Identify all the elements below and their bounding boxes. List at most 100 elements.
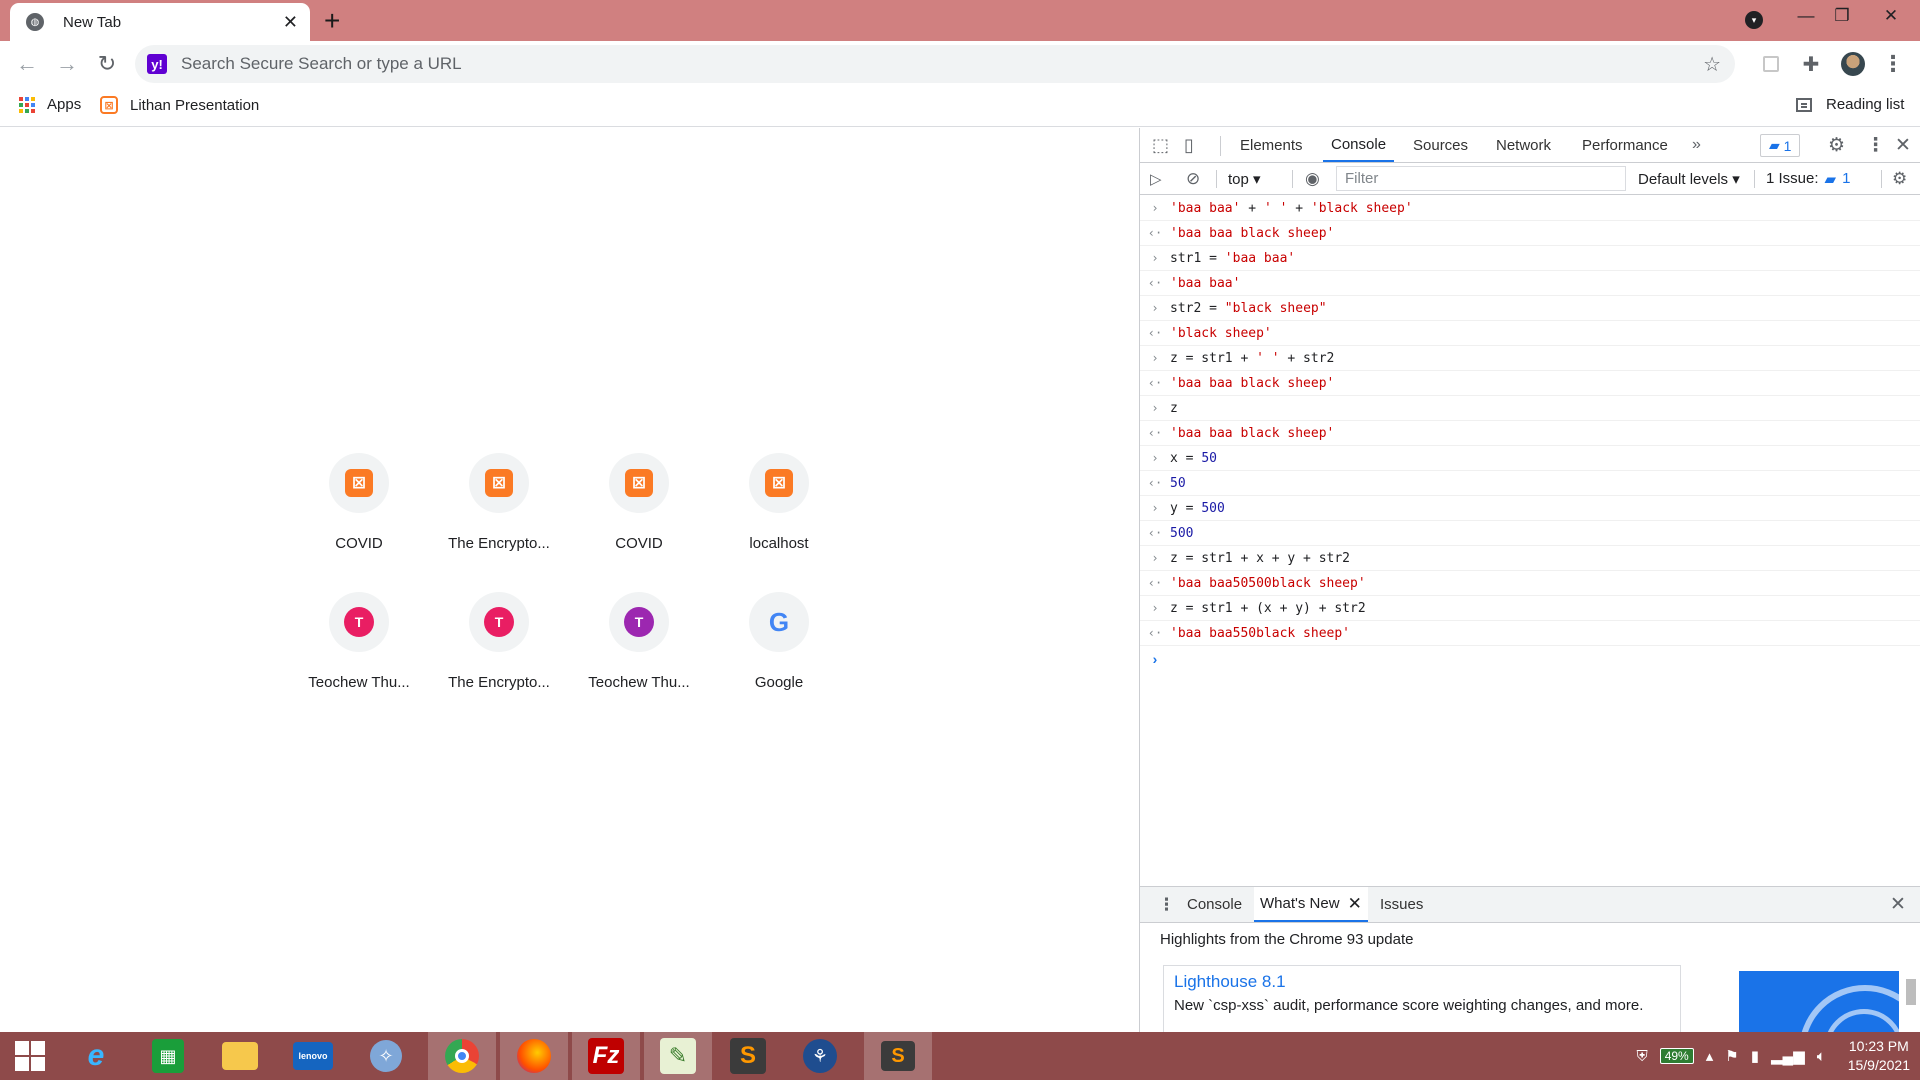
tab-elements[interactable]: Elements bbox=[1240, 128, 1303, 162]
console-input-line[interactable]: › z = str1 + (x + y) + str2 bbox=[1140, 596, 1920, 621]
console-settings-gear-icon[interactable]: ⚙ bbox=[1892, 163, 1907, 194]
drawer-scrollbar[interactable] bbox=[1904, 965, 1918, 1029]
profile-avatar[interactable] bbox=[1840, 51, 1866, 77]
close-icon[interactable]: ✕ bbox=[1348, 894, 1362, 914]
back-button[interactable]: ← bbox=[12, 49, 42, 79]
taskbar-store[interactable]: ▦ bbox=[138, 1032, 198, 1080]
shortcut-tile[interactable]: T The Encrypto... bbox=[443, 592, 555, 704]
taskbar-safari[interactable]: ✧ bbox=[356, 1032, 416, 1080]
action-center-flag-icon[interactable]: ⚑ bbox=[1725, 1047, 1738, 1065]
security-shield-icon[interactable]: ⛨ bbox=[1636, 1048, 1647, 1065]
taskbar-internet-explorer[interactable]: e bbox=[66, 1032, 126, 1080]
console-input-line[interactable]: › str1 = 'baa baa' bbox=[1140, 246, 1920, 271]
console-result-line[interactable]: ‹· 'baa baa black sheep' bbox=[1140, 421, 1920, 446]
console-input-line[interactable]: › z bbox=[1140, 396, 1920, 421]
new-tab-button[interactable]: + bbox=[324, 5, 340, 37]
news-title-link[interactable]: Lighthouse 8.1 bbox=[1174, 972, 1670, 992]
drawer-menu-icon[interactable]: ⋮ bbox=[1158, 887, 1175, 922]
console-result-line[interactable]: ‹· 'baa baa50500black sheep' bbox=[1140, 571, 1920, 596]
address-input[interactable]: Search Secure Search or type a URL bbox=[181, 54, 1703, 74]
settings-gear-icon[interactable]: ⚙ bbox=[1828, 128, 1845, 162]
devtools-menu-icon[interactable]: ⋮ bbox=[1866, 128, 1885, 162]
issues-badge[interactable]: ▰ 1 bbox=[1760, 134, 1801, 157]
drawer-close-icon[interactable]: ✕ bbox=[1890, 887, 1906, 922]
extension-icon[interactable] bbox=[1758, 51, 1784, 77]
taskbar-notepad-plus[interactable]: ✎ bbox=[644, 1032, 712, 1080]
inspect-element-icon[interactable]: ⬚ bbox=[1152, 128, 1169, 162]
taskbar-chrome[interactable] bbox=[428, 1032, 496, 1080]
shortcut-tile[interactable]: T Teochew Thu... bbox=[303, 592, 415, 704]
show-hidden-icons-icon[interactable]: ▴ bbox=[1706, 1047, 1714, 1065]
taskbar-sublime-text[interactable]: S bbox=[718, 1032, 778, 1080]
chrome-menu-icon[interactable]: ⋮ bbox=[1880, 51, 1906, 77]
taskbar-file-explorer[interactable] bbox=[210, 1032, 270, 1080]
news-card[interactable]: Lighthouse 8.1 New `csp-xss` audit, perf… bbox=[1163, 965, 1681, 1033]
console-result-line[interactable]: ‹· 'black sheep' bbox=[1140, 321, 1920, 346]
console-result-line[interactable]: ‹· 50 bbox=[1140, 471, 1920, 496]
devtools-close-icon[interactable]: ✕ bbox=[1895, 128, 1911, 162]
network-signal-icon[interactable]: ▂▄▆ bbox=[1771, 1047, 1805, 1065]
taskbar-lenovo[interactable]: lenovo bbox=[283, 1032, 343, 1080]
clear-console-icon[interactable]: ⊘ bbox=[1186, 163, 1200, 194]
shortcut-tile[interactable]: ⊠ The Encrypto... bbox=[443, 453, 555, 565]
window-restore-button[interactable]: ❐ bbox=[1822, 0, 1862, 32]
shortcut-tile[interactable]: ⊠ COVID bbox=[303, 453, 415, 565]
volume-icon[interactable]: 🔈︎ bbox=[1817, 1048, 1826, 1065]
shortcut-tile[interactable]: ⊠ localhost bbox=[723, 453, 835, 565]
window-close-button[interactable]: ✕ bbox=[1862, 0, 1920, 32]
start-button[interactable] bbox=[0, 1032, 60, 1080]
system-tray: ⛨ 49% ▴ ⚑ ▮ ▂▄▆ 🔈︎ 10:23 PM 15/9/2021 bbox=[1630, 1032, 1920, 1080]
tab-performance[interactable]: Performance bbox=[1582, 128, 1668, 162]
context-selector[interactable]: top ▾ bbox=[1228, 163, 1261, 194]
address-bar[interactable]: y! Search Secure Search or type a URL ☆ bbox=[135, 45, 1735, 83]
console-input-line[interactable]: › y = 500 bbox=[1140, 496, 1920, 521]
bookmark-apps[interactable]: Apps bbox=[19, 96, 81, 113]
taskbar-filezilla[interactable]: Fz bbox=[572, 1032, 640, 1080]
device-toolbar-icon[interactable]: ▯ bbox=[1184, 128, 1194, 162]
console-prompt[interactable]: › bbox=[1140, 646, 1920, 671]
reload-button[interactable]: ↻ bbox=[92, 49, 122, 79]
clock[interactable]: 10:23 PM 15/9/2021 bbox=[1848, 1037, 1910, 1075]
drawer-tab-console[interactable]: Console bbox=[1187, 887, 1242, 922]
console-sidebar-icon[interactable]: ▷ bbox=[1150, 163, 1162, 194]
tab-network[interactable]: Network bbox=[1496, 128, 1551, 162]
shortcut-tile[interactable]: G Google bbox=[723, 592, 835, 704]
power-icon[interactable]: ▮ bbox=[1751, 1047, 1759, 1065]
live-expression-eye-icon[interactable]: ◉ bbox=[1305, 163, 1320, 194]
taskbar-firefox[interactable] bbox=[500, 1032, 568, 1080]
bookmark-lithan-presentation[interactable]: ⊠ Lithan Presentation bbox=[100, 96, 259, 114]
drawer-tab-issues[interactable]: Issues bbox=[1380, 887, 1423, 922]
shortcut-tile[interactable]: ⊠ COVID bbox=[583, 453, 695, 565]
shortcut-tile[interactable]: T Teochew Thu... bbox=[583, 592, 695, 704]
console-input-line[interactable]: › str2 = "black sheep" bbox=[1140, 296, 1920, 321]
taskbar-sublime-merge[interactable]: S bbox=[864, 1032, 932, 1080]
console-result-line[interactable]: ‹· 'baa baa black sheep' bbox=[1140, 221, 1920, 246]
tab-new-tab[interactable]: ◍ New Tab ✕ bbox=[10, 3, 310, 41]
issues-counter[interactable]: 1 Issue: ▰ 1 bbox=[1766, 163, 1850, 194]
filter-input[interactable]: Filter bbox=[1336, 166, 1626, 191]
bookmark-star-icon[interactable]: ☆ bbox=[1703, 52, 1721, 77]
more-tabs-button[interactable]: » bbox=[1692, 128, 1701, 162]
window-minimize-button[interactable]: — bbox=[1786, 0, 1826, 32]
forward-button[interactable]: → bbox=[52, 49, 82, 79]
log-levels-dropdown[interactable]: Default levels ▾ bbox=[1638, 163, 1740, 194]
extensions-puzzle-icon[interactable]: ✚ bbox=[1798, 51, 1824, 77]
letter-t-icon: T bbox=[624, 607, 654, 637]
battery-indicator[interactable]: 49% bbox=[1659, 1048, 1694, 1064]
console-result-line[interactable]: ‹· 'baa baa550black sheep' bbox=[1140, 621, 1920, 646]
input-chevron-icon: › bbox=[1151, 351, 1159, 365]
console-input-line[interactable]: › z = str1 + ' ' + str2 bbox=[1140, 346, 1920, 371]
console-input-line[interactable]: › x = 50 bbox=[1140, 446, 1920, 471]
console-result-line[interactable]: ‹· 'baa baa black sheep' bbox=[1140, 371, 1920, 396]
tab-console[interactable]: Console bbox=[1323, 128, 1395, 162]
console-input-line[interactable]: › z = str1 + x + y + str2 bbox=[1140, 546, 1920, 571]
tab-sources[interactable]: Sources bbox=[1413, 128, 1468, 162]
tab-close-icon[interactable]: ✕ bbox=[283, 12, 298, 33]
tab-search-button[interactable]: ▾ bbox=[1742, 8, 1766, 32]
drawer-tab-whats-new[interactable]: What's New ✕ bbox=[1254, 887, 1368, 922]
taskbar-sourcetree[interactable]: ⚘ bbox=[790, 1032, 850, 1080]
reading-list-button[interactable]: Reading list bbox=[1796, 96, 1904, 113]
console-result-line[interactable]: ‹· 500 bbox=[1140, 521, 1920, 546]
console-result-line[interactable]: ‹· 'baa baa' bbox=[1140, 271, 1920, 296]
console-input-line[interactable]: › 'baa baa' + ' ' + 'black sheep' bbox=[1140, 196, 1920, 221]
